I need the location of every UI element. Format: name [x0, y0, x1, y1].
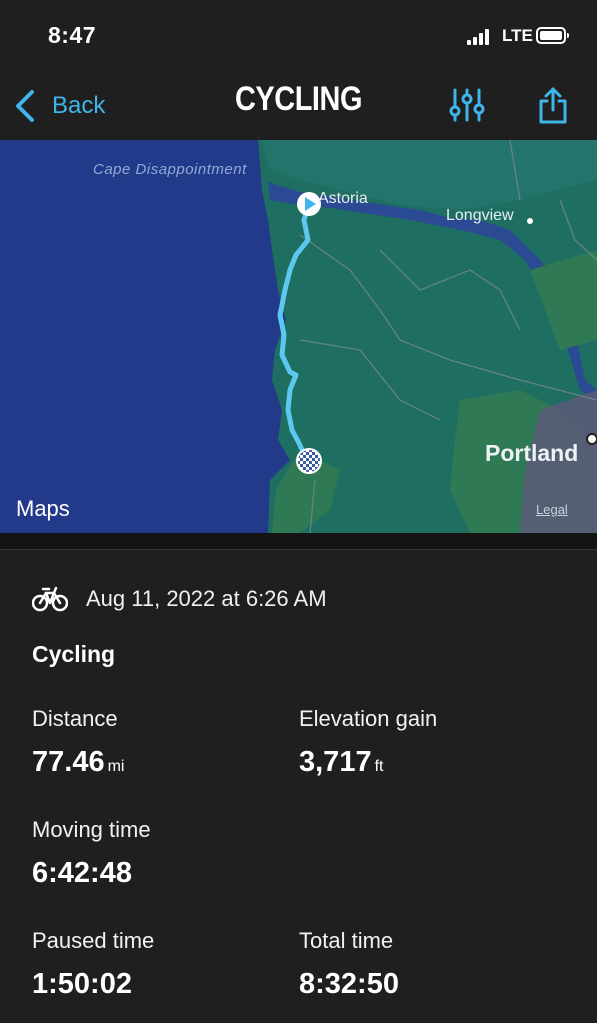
status-bar: 8:47 LTE	[0, 0, 597, 70]
stat-label: Distance	[32, 706, 118, 731]
stat-value: 77.46 mi	[32, 746, 125, 778]
share-icon[interactable]	[538, 86, 568, 124]
stat-elevation: Elevation gain 3,717 ft	[299, 706, 437, 779]
activity-date: Aug 11, 2022 at 6:26 AM	[86, 586, 327, 611]
bicycle-icon	[32, 586, 68, 612]
stat-value: 1:50:02	[32, 968, 132, 1000]
stat-label: Total time	[299, 928, 394, 953]
map-label-longview: Longview	[446, 207, 514, 224]
stat-distance: Distance 77.46 mi	[32, 706, 124, 779]
stat-label: Elevation gain	[299, 706, 438, 731]
nav-bar: Back CYCLING	[0, 70, 597, 140]
stat-label: Moving time	[32, 817, 151, 842]
apple-maps-logo: Maps	[16, 496, 70, 521]
stat-total-time: Total time 8:32:50	[299, 928, 399, 1001]
stat-moving-time: Moving time 6:42:48	[32, 817, 151, 890]
network-type: LTE	[502, 26, 533, 45]
status-time: 8:47	[48, 22, 97, 48]
stat-value: 6:42:48	[32, 857, 132, 889]
sliders-icon[interactable]	[449, 88, 485, 122]
legal-link[interactable]: Legal	[536, 502, 568, 517]
stat-value: 3,717 ft	[299, 746, 384, 778]
signal-icon	[467, 29, 493, 45]
map-label-cape: Cape Disappointment	[93, 161, 247, 178]
battery-icon	[536, 27, 569, 44]
activity-date-row: Aug 11, 2022 at 6:26 AM	[32, 586, 327, 612]
route-map[interactable]: Cape Disappointment Astoria Longview Por…	[0, 140, 597, 533]
chevron-left-icon	[16, 90, 34, 122]
stat-label: Paused time	[32, 928, 155, 953]
map-label-portland: Portland	[485, 440, 579, 466]
section-divider	[0, 533, 597, 550]
stat-value: 8:32:50	[299, 968, 399, 1000]
stat-paused-time: Paused time 1:50:02	[32, 928, 154, 1001]
activity-type: Cycling	[32, 641, 116, 667]
map-label-astoria: Astoria	[318, 190, 368, 207]
map-canvas	[0, 140, 597, 533]
